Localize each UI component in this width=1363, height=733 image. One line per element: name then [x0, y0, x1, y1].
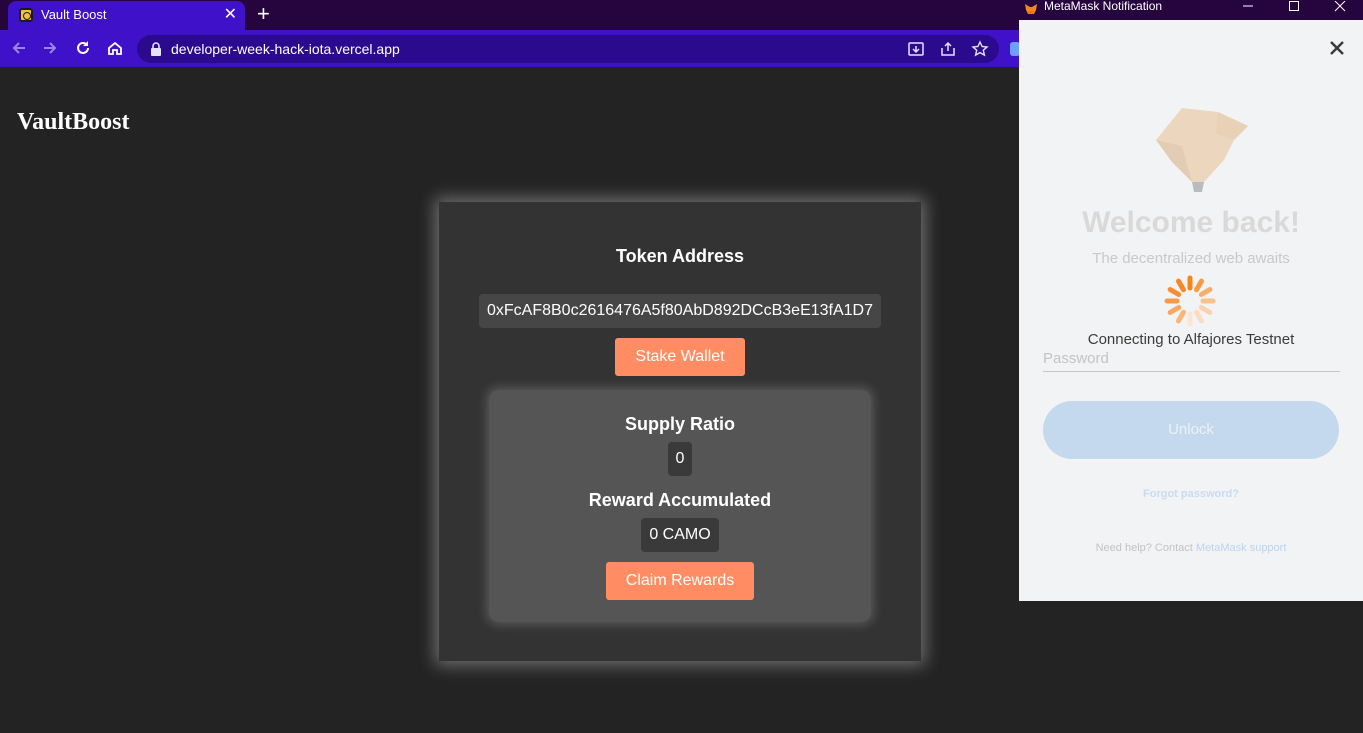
- install-app-icon[interactable]: [907, 40, 925, 58]
- supply-ratio-value: 0: [668, 442, 692, 476]
- forward-icon[interactable]: [39, 37, 61, 59]
- url-text: developer-week-hack-iota.vercel.app: [171, 41, 400, 57]
- back-icon[interactable]: [8, 37, 30, 59]
- minimize-icon[interactable]: [1225, 0, 1271, 12]
- token-address-label: Token Address: [615, 246, 745, 266]
- supply-ratio-label: Supply Ratio: [624, 414, 735, 434]
- reward-accumulated-label: Reward Accumulated: [588, 490, 772, 510]
- reward-accumulated-value: 0 CAMO: [641, 518, 719, 552]
- help-text: Need help? Contact MetaMask support: [1019, 542, 1363, 554]
- window-close-icon[interactable]: [1317, 0, 1363, 12]
- address-bar[interactable]: developer-week-hack-iota.vercel.app: [137, 35, 999, 63]
- token-address-field[interactable]: 0xFcAF8B0c2616476A5f80AbD892DCcB3eE13fA1…: [479, 294, 881, 328]
- bookmark-star-icon[interactable]: [971, 40, 989, 58]
- home-icon[interactable]: [104, 37, 126, 59]
- loading-spinner-icon: [1161, 272, 1219, 330]
- welcome-tagline: The decentralized web awaits: [1092, 250, 1290, 267]
- browser-tab[interactable]: Vault Boost ✕: [8, 1, 245, 30]
- metamask-fox-icon: [1024, 2, 1038, 16]
- forgot-password-link[interactable]: Forgot password?: [1019, 488, 1363, 500]
- new-tab-button[interactable]: +: [257, 3, 270, 25]
- password-field[interactable]: [1043, 346, 1340, 372]
- share-icon[interactable]: [939, 40, 957, 58]
- stake-wallet-button[interactable]: Stake Wallet: [615, 338, 745, 376]
- popup-close-icon[interactable]: [1327, 38, 1347, 58]
- claim-rewards-button[interactable]: Claim Rewards: [606, 562, 754, 600]
- lock-icon[interactable]: [150, 42, 162, 56]
- metamask-support-link[interactable]: MetaMask support: [1196, 542, 1286, 554]
- app-brand: VaultBoost: [17, 109, 130, 135]
- welcome-heading: Welcome back!: [1082, 206, 1300, 239]
- rewards-card: Supply Ratio 0 Reward Accumulated 0 CAMO…: [489, 390, 871, 622]
- metamask-titlebar: MetaMask Notification: [1019, 0, 1363, 20]
- vault-favicon-icon: [19, 8, 33, 22]
- reload-icon[interactable]: [72, 37, 94, 59]
- unlock-button[interactable]: Unlock: [1043, 401, 1339, 459]
- maximize-icon[interactable]: [1271, 0, 1317, 12]
- help-text-prefix: Need help? Contact: [1095, 542, 1193, 554]
- stake-card: Token Address 0xFcAF8B0c2616476A5f80AbD8…: [439, 202, 921, 661]
- metamask-window-title: MetaMask Notification: [1044, 0, 1163, 13]
- metamask-fox-logo-icon: [1136, 100, 1248, 196]
- tab-close-icon[interactable]: ✕: [224, 5, 237, 25]
- metamask-popup: MetaMask Notification Welcome back! The …: [1019, 0, 1363, 601]
- tab-title: Vault Boost: [41, 7, 107, 22]
